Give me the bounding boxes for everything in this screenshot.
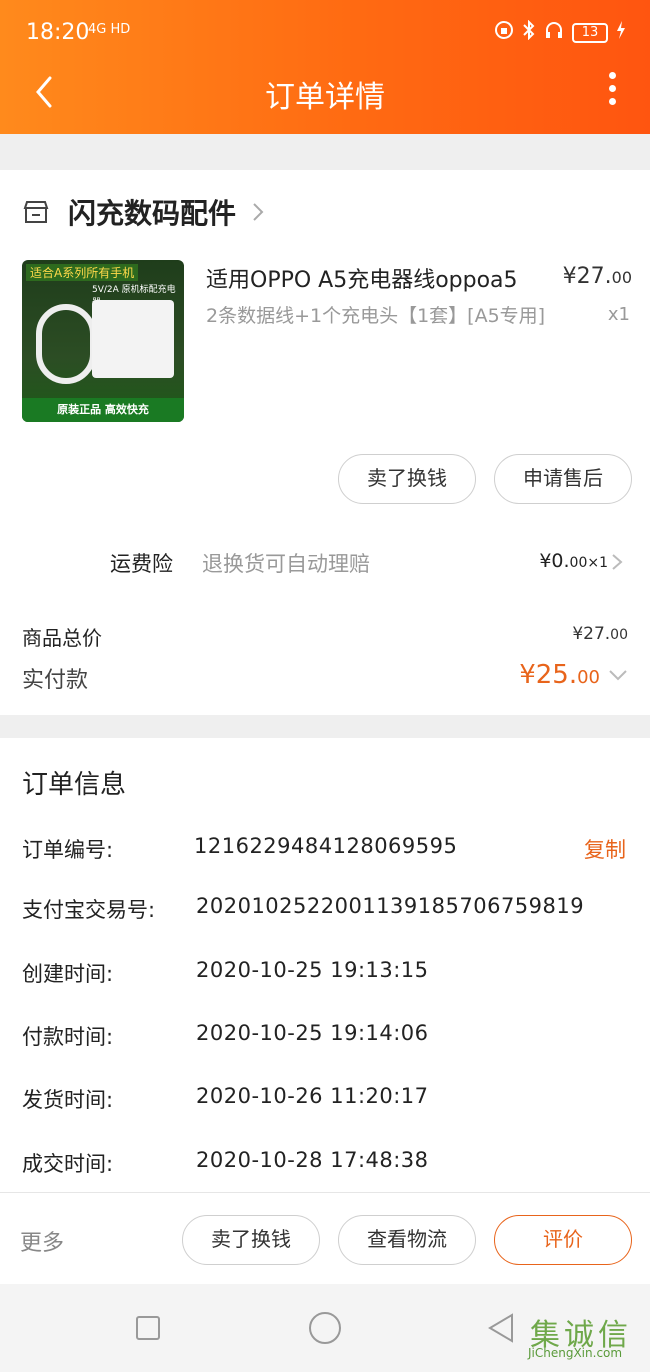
goods-int: ¥27. xyxy=(572,624,611,644)
app-header: 18:20 4G HD 13 订单详情 xyxy=(0,0,650,134)
paid-amount-label: 实付款 xyxy=(22,668,89,693)
recent-apps-button[interactable] xyxy=(136,1316,160,1340)
watermark-url: JiChengXin.com xyxy=(528,1346,623,1360)
paid-amount-value[interactable]: ¥25.00 xyxy=(519,660,600,690)
charging-icon xyxy=(616,20,626,45)
thumb-footer: 原装正品 高效快充 xyxy=(22,398,184,422)
ins-price-int: ¥0. xyxy=(539,550,570,572)
order-info-title: 订单信息 xyxy=(22,770,127,800)
insurance-label: 运费险 xyxy=(110,552,173,576)
price-int: ¥27. xyxy=(562,264,612,289)
more-actions-button[interactable]: 更多 xyxy=(20,1225,64,1257)
insurance-desc: 退换货可自动理赔 xyxy=(202,552,370,576)
paid-time-value: 2020-10-25 19:14:06 xyxy=(196,1021,429,1045)
view-logistics-button[interactable]: 查看物流 xyxy=(338,1215,476,1265)
sell-for-cash-button[interactable]: 卖了换钱 xyxy=(338,454,476,504)
alipay-trade-value: 2020102522001139185706759819 xyxy=(196,894,585,918)
cable-image xyxy=(36,304,96,384)
dot xyxy=(608,85,616,92)
shipped-time-label: 发货时间: xyxy=(22,1088,114,1112)
back-nav-button[interactable] xyxy=(486,1312,516,1344)
paid-dec: 00 xyxy=(577,667,600,688)
status-icons: 13 xyxy=(494,19,626,45)
dot xyxy=(608,72,616,79)
lock-icon xyxy=(494,20,514,45)
shop-header[interactable]: 闪充数码配件 xyxy=(22,192,266,232)
order-info-card: 订单信息 订单编号: 1216229484128069595 复制 支付宝交易号… xyxy=(0,738,650,1192)
product-price: ¥27.00 xyxy=(563,264,632,289)
paid-int: ¥25. xyxy=(519,660,578,690)
order-item-card: 闪充数码配件 适合A系列所有手机 5V/2A 原机标配充电器 原装正品 高效快充… xyxy=(0,170,650,715)
chevron-right-icon xyxy=(612,554,623,570)
page-title: 订单详情 xyxy=(265,80,385,115)
after-sale-button[interactable]: 申请售后 xyxy=(494,454,632,504)
chevron-down-icon[interactable] xyxy=(608,668,628,682)
copy-order-number-button[interactable]: 复制 xyxy=(584,834,626,864)
goods-dec: 00 xyxy=(610,627,628,643)
headphone-icon xyxy=(544,20,564,45)
ins-qty: ×1 xyxy=(587,555,608,571)
alipay-trade-label: 支付宝交易号: xyxy=(22,898,156,922)
order-number-label: 订单编号: xyxy=(22,838,114,862)
insurance-price: ¥0.00×1 xyxy=(539,550,608,572)
battery-icon: 13 xyxy=(572,22,608,43)
dot xyxy=(608,98,616,105)
product-qty: x1 xyxy=(607,304,630,325)
created-time-label: 创建时间: xyxy=(22,962,114,986)
shop-name: 闪充数码配件 xyxy=(68,197,237,230)
home-button[interactable] xyxy=(309,1312,341,1344)
completed-time-label: 成交时间: xyxy=(22,1152,114,1176)
charger-image xyxy=(92,300,174,378)
status-bar: 18:20 4G HD 13 xyxy=(0,0,650,66)
bluetooth-icon xyxy=(522,19,536,45)
shipped-time-value: 2020-10-26 11:20:17 xyxy=(196,1084,429,1108)
price-dec: 00 xyxy=(611,268,632,287)
completed-time-value: 2020-10-28 17:48:38 xyxy=(196,1148,429,1172)
product-sku: 2条数据线+1个充电头【1套】[A5专用] xyxy=(206,305,546,327)
chevron-right-icon xyxy=(253,203,264,221)
goods-total-label: 商品总价 xyxy=(22,626,102,650)
system-nav-bar: 集诚信 JiChengXin.com xyxy=(0,1284,650,1372)
order-number-value: 1216229484128069595 xyxy=(194,834,458,858)
ins-price-dec: 00 xyxy=(569,555,588,571)
thumb-banner: 适合A系列所有手机 xyxy=(26,264,139,281)
created-time-value: 2020-10-25 19:13:15 xyxy=(196,958,429,982)
bottom-action-bar: 更多 卖了换钱 查看物流 评价 xyxy=(0,1192,650,1284)
review-button[interactable]: 评价 xyxy=(494,1215,632,1265)
store-icon xyxy=(23,201,49,223)
more-options-button[interactable] xyxy=(602,72,622,112)
paid-time-label: 付款时间: xyxy=(22,1025,114,1049)
status-time: 18:20 xyxy=(26,20,90,45)
goods-total-value: ¥27.00 xyxy=(572,624,628,644)
sell-for-cash-bottom-button[interactable]: 卖了换钱 xyxy=(182,1215,320,1265)
product-title[interactable]: 适用OPPO A5充电器线oppoa5 xyxy=(206,262,546,294)
network-indicator: 4G HD xyxy=(88,22,131,37)
product-thumbnail[interactable]: 适合A系列所有手机 5V/2A 原机标配充电器 原装正品 高效快充 xyxy=(22,260,184,422)
